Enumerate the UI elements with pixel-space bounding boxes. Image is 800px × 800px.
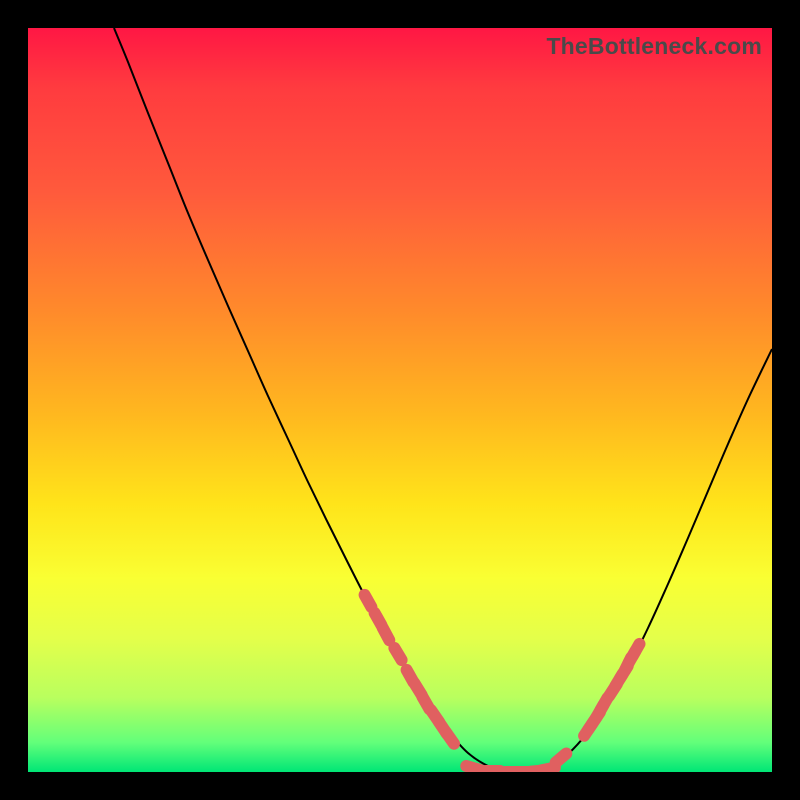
data-marker [633, 644, 640, 656]
chart-svg [28, 28, 772, 772]
data-marker [446, 732, 454, 743]
data-marker [476, 769, 489, 772]
watermark: TheBottleneck.com [546, 33, 762, 60]
data-marker [394, 648, 401, 660]
data-marker [439, 722, 447, 734]
data-marker [584, 724, 592, 736]
data-marker [423, 697, 430, 709]
data-marker [531, 770, 545, 771]
chart-frame: TheBottleneck.com [0, 0, 800, 800]
data-marker [620, 666, 627, 678]
data-marker [601, 698, 608, 710]
data-marker [541, 768, 555, 771]
data-marker [365, 595, 372, 607]
data-marker [407, 670, 414, 682]
data-marker [556, 754, 567, 763]
data-marker [588, 718, 596, 730]
marker-layer [365, 595, 640, 772]
data-marker [414, 683, 421, 695]
chart-plot: TheBottleneck.com [28, 28, 772, 772]
data-marker [431, 710, 439, 722]
curve-path [114, 28, 772, 772]
data-marker [615, 674, 622, 686]
data-marker [629, 651, 636, 663]
data-marker [625, 658, 631, 671]
data-marker [609, 684, 617, 696]
data-marker [375, 613, 382, 625]
data-marker [496, 771, 510, 772]
data-marker [592, 712, 600, 724]
data-marker [383, 628, 390, 640]
data-marker [597, 705, 604, 717]
data-marker [466, 766, 479, 770]
